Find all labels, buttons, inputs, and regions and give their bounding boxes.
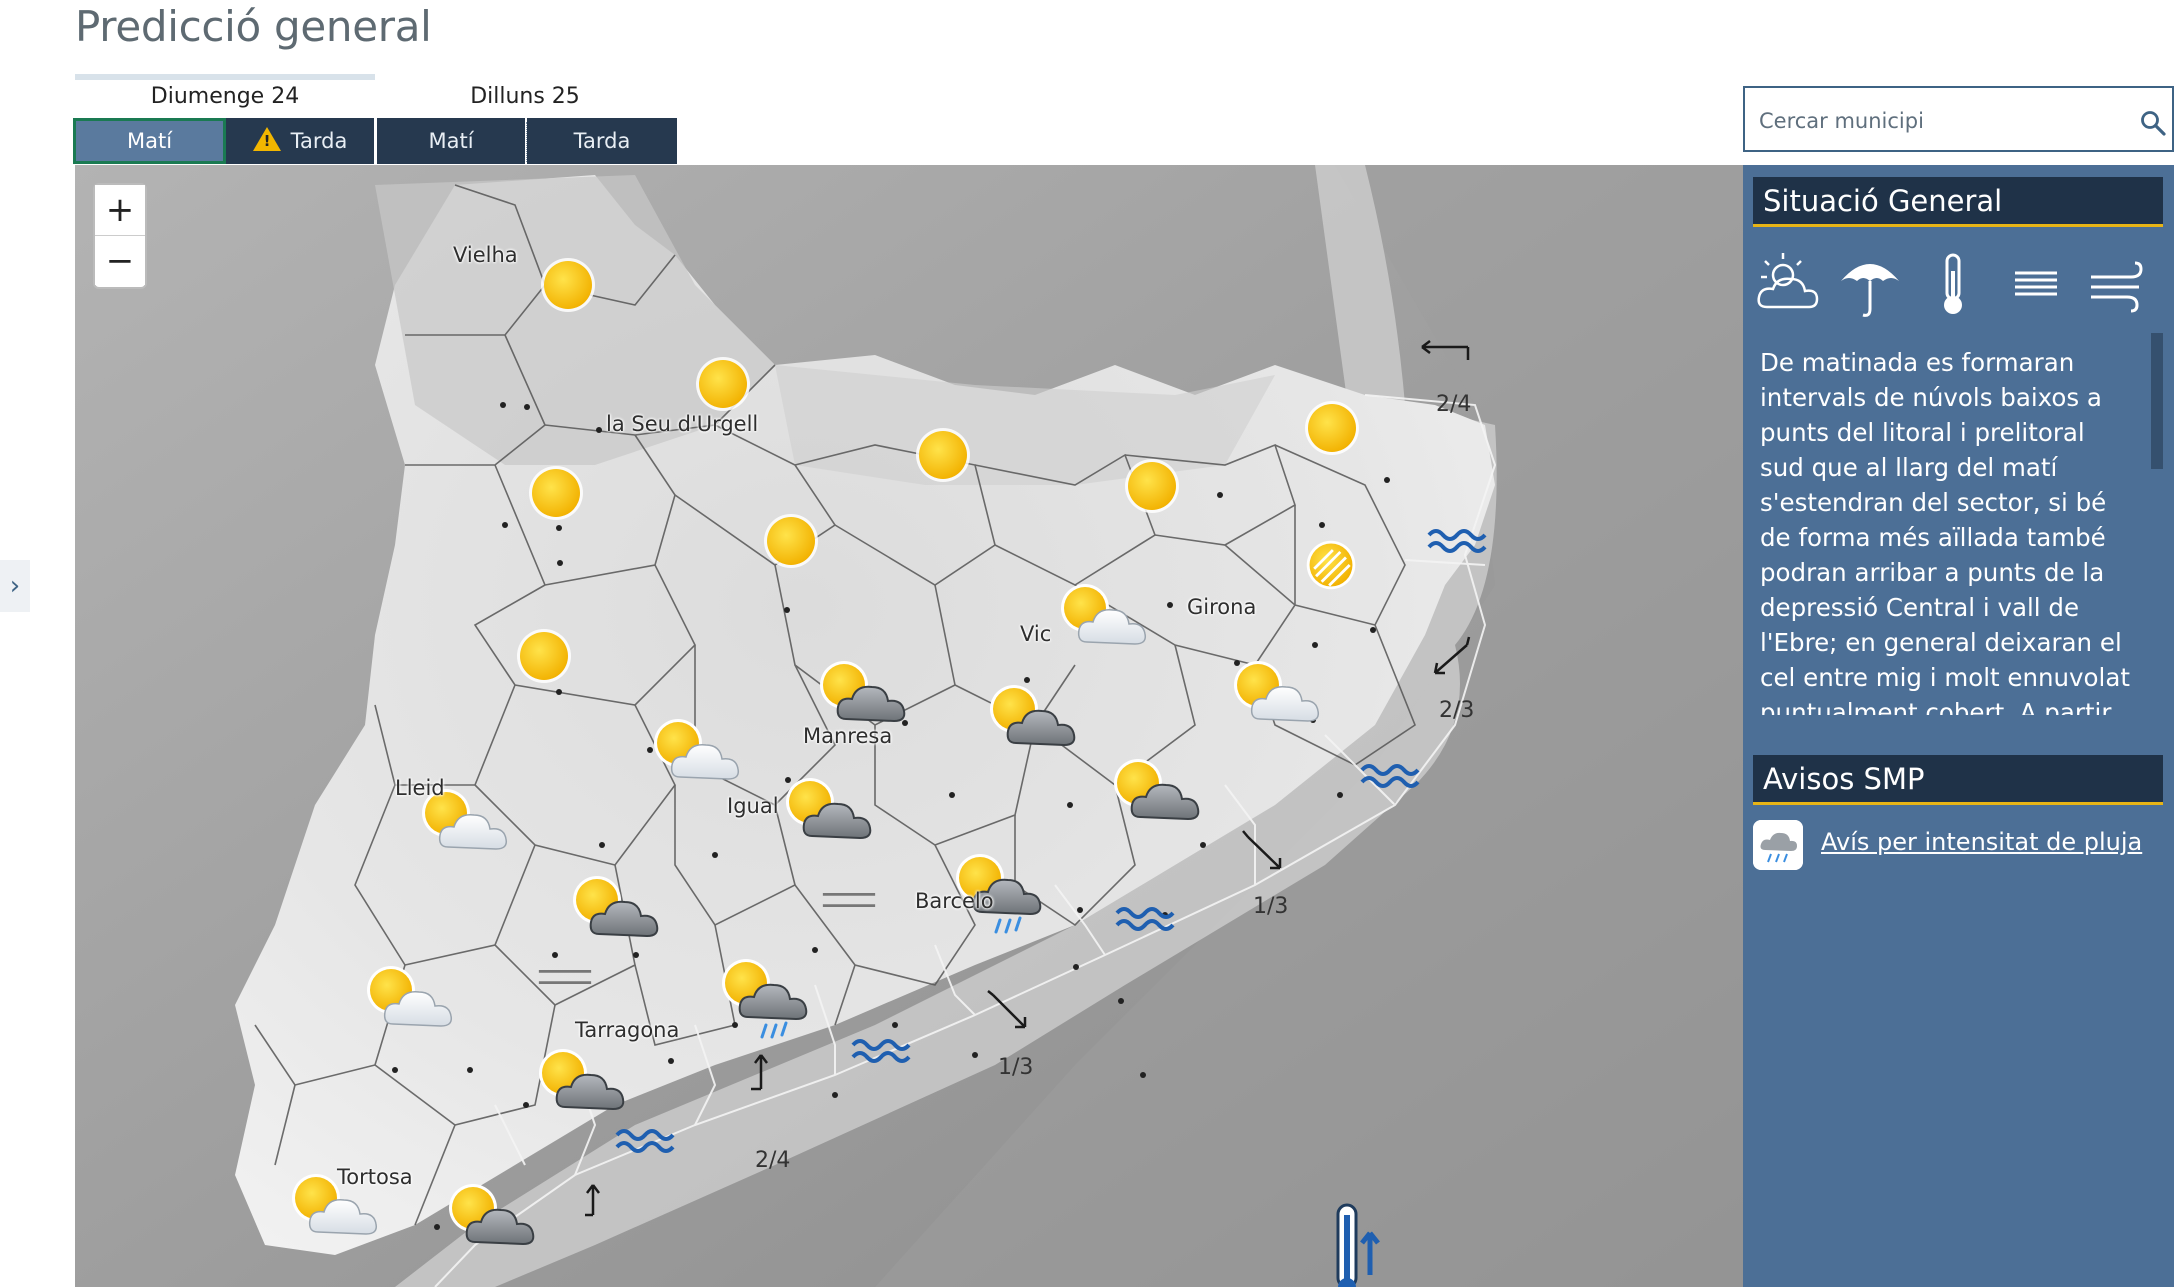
sun-icon[interactable] bbox=[526, 463, 586, 523]
cloudy-sun-icon[interactable] bbox=[816, 657, 916, 727]
tab-monday-morning[interactable]: Matí bbox=[377, 118, 525, 164]
sun-icon[interactable] bbox=[693, 354, 753, 414]
fog-icon[interactable] bbox=[2001, 245, 2071, 325]
tab-monday-afternoon[interactable]: Tarda bbox=[527, 118, 677, 164]
warning-item[interactable]: Avís per intensitat de pluja bbox=[1753, 820, 2163, 876]
search-box bbox=[1743, 86, 2174, 152]
sidebar-toggle[interactable]: › bbox=[0, 560, 30, 612]
tab-sunday-afternoon[interactable]: ! Tarda bbox=[226, 118, 374, 164]
place-label: Girona bbox=[1187, 595, 1257, 619]
sun-icon[interactable] bbox=[538, 255, 598, 315]
tab-label: Tarda bbox=[290, 129, 348, 153]
cloudy-sun-icon[interactable] bbox=[445, 1180, 545, 1250]
thermometer-icon[interactable] bbox=[1918, 245, 1988, 325]
forecast-map[interactable]: Vielha la Seu d'Urgell Vic Girona Manres… bbox=[75, 165, 1743, 1287]
rain-icon[interactable] bbox=[718, 955, 818, 1045]
search-input[interactable] bbox=[1757, 100, 2111, 142]
cloudy-sun-icon[interactable] bbox=[535, 1045, 635, 1115]
cloudy-sun-icon[interactable] bbox=[986, 681, 1086, 751]
sun-icon[interactable] bbox=[514, 626, 574, 686]
sun-icon[interactable] bbox=[1122, 456, 1182, 516]
sea-state-label: 2/3 bbox=[1439, 698, 1475, 723]
general-situation-header: Situació General bbox=[1753, 177, 2163, 227]
wind-icon[interactable] bbox=[2083, 245, 2153, 325]
place-label: la Seu d'Urgell bbox=[606, 412, 759, 436]
search-icon[interactable] bbox=[2140, 110, 2166, 136]
general-situation-text: De matinada es formaran intervals de núv… bbox=[1760, 348, 2130, 715]
cloud-sun-icon[interactable] bbox=[1753, 245, 1823, 325]
day-label-sunday: Diumenge 24 bbox=[150, 84, 300, 109]
fog-icon[interactable] bbox=[821, 888, 877, 912]
place-label: Vielha bbox=[453, 243, 518, 267]
sun-icon[interactable] bbox=[913, 425, 973, 485]
sea-state-label: 2/4 bbox=[755, 1148, 791, 1173]
sea-state-label: 1/3 bbox=[1253, 894, 1289, 919]
place-label: Barcelo bbox=[915, 889, 994, 913]
place-label: Igual bbox=[727, 794, 779, 818]
partly-cloudy-icon[interactable] bbox=[1057, 580, 1157, 650]
page-title: Predicció general bbox=[75, 2, 432, 51]
cloudy-sun-icon[interactable] bbox=[782, 774, 882, 844]
sun-icon[interactable] bbox=[761, 511, 821, 571]
umbrella-icon[interactable] bbox=[1835, 245, 1905, 325]
tab-sunday-morning[interactable]: Matí bbox=[73, 118, 226, 164]
warnings-header: Avisos SMP bbox=[1753, 755, 2163, 805]
day-label-monday: Dilluns 25 bbox=[470, 84, 580, 109]
fog-icon[interactable] bbox=[537, 965, 593, 989]
title-underline bbox=[75, 74, 375, 80]
place-label: Tortosa bbox=[337, 1165, 413, 1189]
place-label: Vic bbox=[1020, 622, 1052, 646]
tab-label: Matí bbox=[428, 129, 474, 153]
zoom-control: + − bbox=[93, 183, 147, 289]
rain-warning-icon bbox=[1753, 820, 1803, 870]
warning-icon: ! bbox=[252, 127, 281, 151]
tab-label: Matí bbox=[126, 129, 173, 153]
waves-icon[interactable] bbox=[1115, 903, 1175, 933]
sea-state-label: 2/4 bbox=[1436, 392, 1472, 417]
partly-cloudy-icon[interactable] bbox=[1230, 657, 1330, 727]
waves-icon[interactable] bbox=[1427, 525, 1487, 555]
zoom-in-button[interactable]: + bbox=[95, 185, 145, 235]
sun-icon[interactable] bbox=[1302, 398, 1362, 458]
text-scrollbar[interactable] bbox=[2151, 333, 2163, 469]
waves-icon[interactable] bbox=[615, 1122, 675, 1158]
sea-state-label: 1/3 bbox=[998, 1055, 1034, 1080]
partly-cloudy-icon[interactable] bbox=[363, 962, 463, 1032]
place-label: Tarragona bbox=[575, 1018, 680, 1042]
waves-icon[interactable] bbox=[851, 1035, 911, 1065]
partly-cloudy-icon[interactable] bbox=[650, 715, 750, 785]
zoom-out-button[interactable]: − bbox=[95, 235, 145, 285]
cloudy-sun-icon[interactable] bbox=[569, 872, 669, 942]
place-label: Lleid bbox=[395, 776, 445, 800]
info-panel: Situació General De matinada es formaran… bbox=[1743, 165, 2174, 1287]
tab-label: Tarda bbox=[573, 129, 631, 153]
panel-tool-icons bbox=[1753, 245, 2163, 325]
rain-warning-link[interactable]: Avís per intensitat de pluja bbox=[1821, 828, 2142, 856]
waves-icon[interactable] bbox=[1360, 760, 1420, 790]
cloudy-sun-icon[interactable] bbox=[1110, 755, 1210, 825]
place-label: Manresa bbox=[803, 724, 893, 748]
haze-icon[interactable] bbox=[1303, 537, 1359, 593]
